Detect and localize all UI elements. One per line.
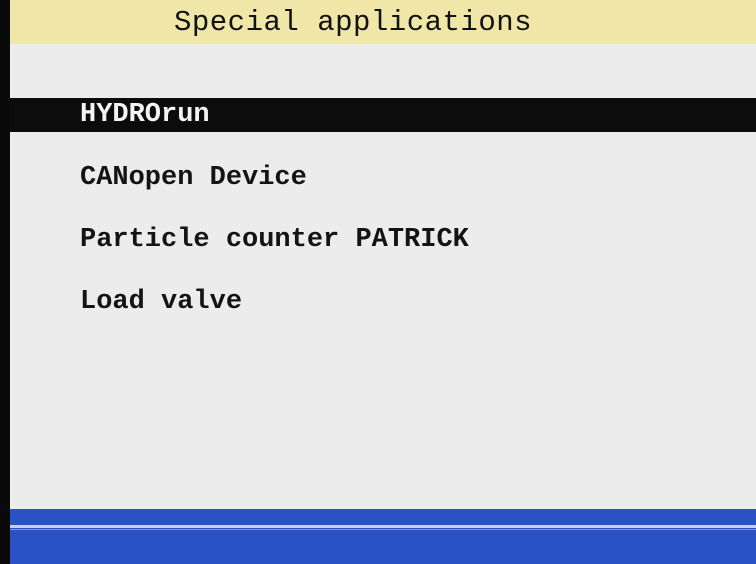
menu-item-particle-counter[interactable]: Particle counter PATRICK — [10, 219, 756, 260]
status-bar — [10, 509, 756, 564]
menu-item-label: CANopen Device — [80, 162, 307, 193]
device-screen: Special applications HYDROrun CANopen De… — [10, 0, 756, 564]
menu-item-canopen-device[interactable]: CANopen Device — [10, 157, 756, 198]
menu-item-label: Particle counter PATRICK — [80, 224, 469, 255]
status-divider — [10, 525, 756, 528]
menu-item-label: Load valve — [80, 286, 243, 317]
menu-item-label: HYDROrun — [80, 100, 210, 130]
application-menu: HYDROrun CANopen Device Particle counter… — [10, 95, 756, 343]
page-title: Special applications — [173, 5, 533, 39]
title-bar: Special applications — [10, 0, 756, 44]
menu-item-load-valve[interactable]: Load valve — [10, 281, 756, 322]
status-divider-shadow — [10, 529, 756, 530]
menu-item-hydrorun[interactable]: HYDROrun — [10, 98, 756, 132]
